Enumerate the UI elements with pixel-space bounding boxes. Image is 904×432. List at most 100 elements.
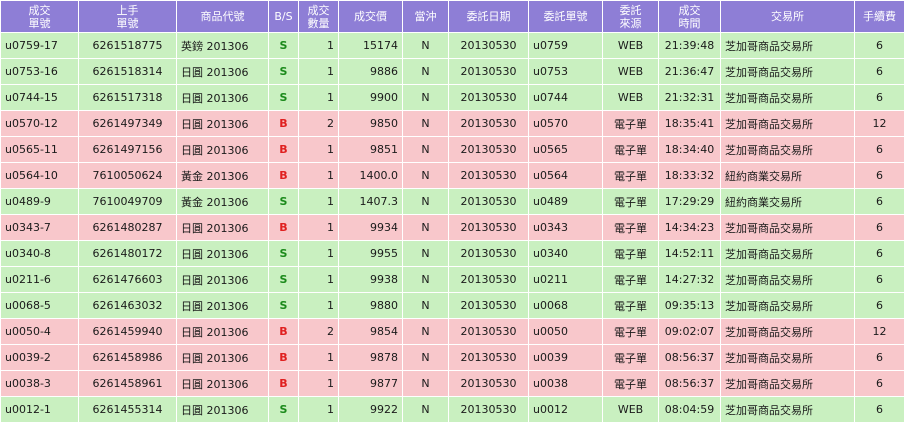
cell-qty: 1: [298, 214, 339, 241]
cell-exchange: 芝加哥商品交易所: [720, 344, 855, 371]
cell-product: 日圓 201306: [176, 396, 269, 423]
bs-badge: S: [268, 32, 299, 59]
table-row[interactable]: u0564-10 7610050624 黃金 201306 B 1 1400.0 N 2013…: [0, 162, 904, 189]
cell-source: 電子單: [602, 136, 659, 163]
cell-exchange: 紐約商業交易所: [720, 188, 855, 215]
cell-exchange: 芝加哥商品交易所: [720, 214, 855, 241]
trade-table: 成交 單號 上手 單號 商品代號 B/S 成交 數量 成交價 當沖 委託日期 委託單號 委託 來源 成交 時間…: [0, 0, 904, 423]
cell-daytrade: N: [402, 162, 449, 189]
cell-product: 日圓 201306: [176, 110, 269, 137]
cell-trade-no: u0211-6: [0, 266, 79, 293]
cell-product: 日圓 201306: [176, 84, 269, 111]
cell-upper-no: 6261463032: [78, 292, 177, 319]
cell-source: 電子單: [602, 266, 659, 293]
cell-daytrade: N: [402, 188, 449, 215]
bs-badge: S: [268, 58, 299, 85]
table-row[interactable]: u0068-5 6261463032 日圓 201306 S 1 9880 N 2013053…: [0, 292, 904, 319]
cell-trade-no: u0038-3: [0, 370, 79, 397]
cell-order-no: u0565: [528, 136, 603, 163]
cell-order-no: u0050: [528, 318, 603, 345]
cell-price: 9955: [338, 240, 403, 267]
table-row[interactable]: u0012-1 6261455314 日圓 201306 S 1 9922 N 2013053…: [0, 396, 904, 423]
cell-trade-no: u0012-1: [0, 396, 79, 423]
cell-exchange: 芝加哥商品交易所: [720, 240, 855, 267]
header-row: 成交 單號 上手 單號 商品代號 B/S 成交 數量 成交價 當沖 委託日期 委託單號 委託 來源 成交 時間…: [0, 0, 904, 33]
cell-order-date: 20130530: [448, 58, 529, 85]
table-row[interactable]: u0565-11 6261497156 日圓 201306 B 1 9851 N 201305…: [0, 136, 904, 163]
table-row[interactable]: u0489-9 7610049709 黃金 201306 S 1 1407.3 N 20130…: [0, 188, 904, 215]
cell-price: 9900: [338, 84, 403, 111]
cell-time: 21:36:47: [658, 58, 721, 85]
bs-badge: S: [268, 240, 299, 267]
cell-price: 9877: [338, 370, 403, 397]
cell-order-no: u0039: [528, 344, 603, 371]
cell-qty: 1: [298, 188, 339, 215]
cell-fee: 6: [854, 188, 904, 215]
cell-fee: 6: [854, 370, 904, 397]
cell-qty: 1: [298, 344, 339, 371]
cell-fee: 6: [854, 396, 904, 423]
cell-daytrade: N: [402, 318, 449, 345]
cell-source: 電子單: [602, 292, 659, 319]
cell-order-date: 20130530: [448, 84, 529, 111]
cell-trade-no: u0068-5: [0, 292, 79, 319]
bs-badge: S: [268, 396, 299, 423]
table-row[interactable]: u0038-3 6261458961 日圓 201306 B 1 9877 N 2013053…: [0, 370, 904, 397]
cell-source: 電子單: [602, 162, 659, 189]
bs-badge: B: [268, 370, 299, 397]
cell-daytrade: N: [402, 214, 449, 241]
cell-daytrade: N: [402, 136, 449, 163]
cell-exchange: 紐約商業交易所: [720, 162, 855, 189]
cell-order-date: 20130530: [448, 370, 529, 397]
cell-price: 9922: [338, 396, 403, 423]
cell-time: 08:56:37: [658, 370, 721, 397]
cell-fee: 12: [854, 318, 904, 345]
cell-order-no: u0564: [528, 162, 603, 189]
table-row[interactable]: u0570-12 6261497349 日圓 201306 B 2 9850 N 201305…: [0, 110, 904, 137]
cell-fee: 6: [854, 292, 904, 319]
cell-price: 9886: [338, 58, 403, 85]
cell-source: 電子單: [602, 110, 659, 137]
cell-trade-no: u0050-4: [0, 318, 79, 345]
cell-daytrade: N: [402, 370, 449, 397]
cell-upper-no: 6261459940: [78, 318, 177, 345]
cell-price: 9934: [338, 214, 403, 241]
table-row[interactable]: u0340-8 6261480172 日圓 201306 S 1 9955 N 2013053…: [0, 240, 904, 267]
table-row[interactable]: u0759-17 6261518775 英鎊 201306 S 1 15174 N 20130…: [0, 32, 904, 59]
table-row[interactable]: u0744-15 6261517318 日圓 201306 S 1 9900 N 201305…: [0, 84, 904, 111]
column-header-exchange: 交易所: [720, 0, 855, 33]
bs-badge: B: [268, 162, 299, 189]
cell-price: 9878: [338, 344, 403, 371]
table-row[interactable]: u0211-6 6261476603 日圓 201306 S 1 9938 N 2013053…: [0, 266, 904, 293]
cell-daytrade: N: [402, 396, 449, 423]
bs-badge: S: [268, 188, 299, 215]
table-row[interactable]: u0753-16 6261518314 日圓 201306 S 1 9886 N 201305…: [0, 58, 904, 85]
cell-order-no: u0211: [528, 266, 603, 293]
table-row[interactable]: u0050-4 6261459940 日圓 201306 B 2 9854 N 2013053…: [0, 318, 904, 345]
cell-price: 9880: [338, 292, 403, 319]
cell-upper-no: 6261517318: [78, 84, 177, 111]
table-row[interactable]: u0039-2 6261458986 日圓 201306 B 1 9878 N 2013053…: [0, 344, 904, 371]
cell-product: 日圓 201306: [176, 240, 269, 267]
cell-order-date: 20130530: [448, 292, 529, 319]
cell-fee: 6: [854, 58, 904, 85]
cell-fee: 6: [854, 344, 904, 371]
cell-qty: 2: [298, 110, 339, 137]
column-header-price: 成交價: [338, 0, 403, 33]
cell-order-no: u0759: [528, 32, 603, 59]
table-row[interactable]: u0343-7 6261480287 日圓 201306 B 1 9934 N 2013053…: [0, 214, 904, 241]
column-header-order-no: 委託單號: [528, 0, 603, 33]
cell-fee: 12: [854, 110, 904, 137]
trade-table-body: u0759-17 6261518775 英鎊 201306 S 1 15174 N 20130…: [0, 32, 904, 423]
cell-trade-no: u0039-2: [0, 344, 79, 371]
cell-order-no: u0489: [528, 188, 603, 215]
cell-price: 1407.3: [338, 188, 403, 215]
cell-exchange: 芝加哥商品交易所: [720, 136, 855, 163]
cell-trade-no: u0340-8: [0, 240, 79, 267]
cell-trade-no: u0489-9: [0, 188, 79, 215]
cell-upper-no: 6261518775: [78, 32, 177, 59]
cell-order-no: u0340: [528, 240, 603, 267]
cell-upper-no: 7610049709: [78, 188, 177, 215]
column-header-upper-no: 上手 單號: [78, 0, 177, 33]
cell-upper-no: 6261497349: [78, 110, 177, 137]
